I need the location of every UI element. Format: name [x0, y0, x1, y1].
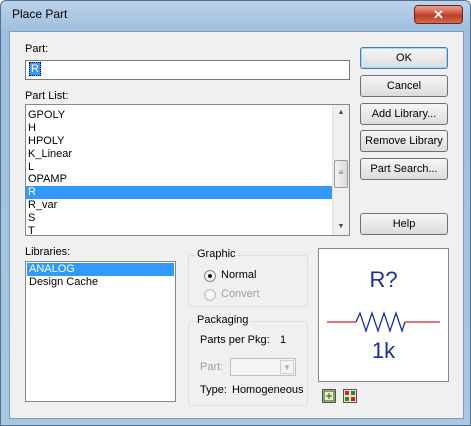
- resistor-symbol-icon: [327, 310, 440, 334]
- dialog-title: Place Part: [12, 7, 68, 21]
- close-button[interactable]: ✕: [414, 5, 463, 24]
- list-item[interactable]: OPAMP: [26, 173, 332, 186]
- remove-library-button[interactable]: Remove Library: [360, 130, 448, 152]
- part-list[interactable]: GPOLY H HPOLY K_Linear L OPAMP R R_var S…: [25, 104, 350, 236]
- part-list-label: Part List:: [25, 90, 69, 102]
- list-item[interactable]: HPOLY: [26, 135, 332, 148]
- scroll-up-arrow-icon[interactable]: ▲: [333, 105, 349, 121]
- cancel-button[interactable]: Cancel: [360, 75, 448, 97]
- list-item[interactable]: K_Linear: [26, 148, 332, 161]
- part-input-value: R: [29, 62, 41, 76]
- graphic-group: Graphic Normal Convert: [188, 248, 308, 307]
- chevron-down-icon[interactable]: ▼: [280, 360, 294, 374]
- place-part-dialog: Place Part ✕ Part: R Part List: GPOLY H …: [0, 0, 471, 426]
- type-value: Homogeneous: [232, 384, 304, 396]
- convert-radio-label: Convert: [221, 288, 260, 300]
- list-item[interactable]: GPOLY: [26, 109, 332, 122]
- part-input[interactable]: R: [25, 60, 350, 80]
- scroll-down-arrow-icon[interactable]: ▼: [333, 219, 349, 235]
- parts-per-pkg-label: Parts per Pkg:: [200, 334, 270, 346]
- parts-per-pkg-value: 1: [280, 334, 287, 346]
- part-search-button[interactable]: Part Search...: [360, 158, 448, 180]
- library-item-selected[interactable]: ANALOG: [27, 263, 174, 276]
- part-select[interactable]: ▼: [230, 358, 296, 376]
- ok-button[interactable]: OK: [360, 47, 448, 69]
- list-item[interactable]: R_var: [26, 199, 332, 212]
- library-item[interactable]: Design Cache: [27, 276, 174, 289]
- normal-radio-label[interactable]: Normal: [221, 269, 256, 281]
- view-symbol-icon[interactable]: [322, 389, 336, 403]
- list-item[interactable]: H: [26, 122, 332, 135]
- libraries-label: Libraries:: [25, 246, 71, 258]
- dialog-client-area: Part: R Part List: GPOLY H HPOLY K_Linea…: [9, 31, 464, 419]
- help-button[interactable]: Help: [360, 213, 448, 235]
- type-label: Type:: [200, 384, 227, 396]
- convert-radio[interactable]: [204, 289, 216, 301]
- scroll-thumb[interactable]: ≡: [334, 160, 348, 188]
- preview-value: 1k: [371, 338, 396, 363]
- list-item-selected[interactable]: R: [26, 186, 332, 200]
- part-preview: R? 1k: [318, 248, 449, 382]
- preview-reference: R?: [369, 267, 398, 292]
- normal-radio[interactable]: [204, 270, 216, 282]
- graphic-group-title: Graphic: [195, 248, 238, 260]
- list-item[interactable]: L: [26, 161, 332, 174]
- part-label: Part:: [25, 43, 49, 55]
- list-item[interactable]: T: [26, 225, 332, 235]
- add-library-button[interactable]: Add Library...: [360, 103, 448, 125]
- part-select-label: Part:: [200, 361, 224, 373]
- view-package-icon[interactable]: [343, 389, 357, 403]
- packaging-group-title: Packaging: [195, 314, 251, 326]
- packaging-group: Packaging Parts per Pkg: 1 Part: ▼ Type:…: [188, 314, 308, 406]
- part-list-scrollbar[interactable]: ▲ ≡ ▼: [332, 105, 349, 235]
- libraries-list[interactable]: ANALOG Design Cache: [25, 261, 176, 402]
- list-item[interactable]: S: [26, 212, 332, 225]
